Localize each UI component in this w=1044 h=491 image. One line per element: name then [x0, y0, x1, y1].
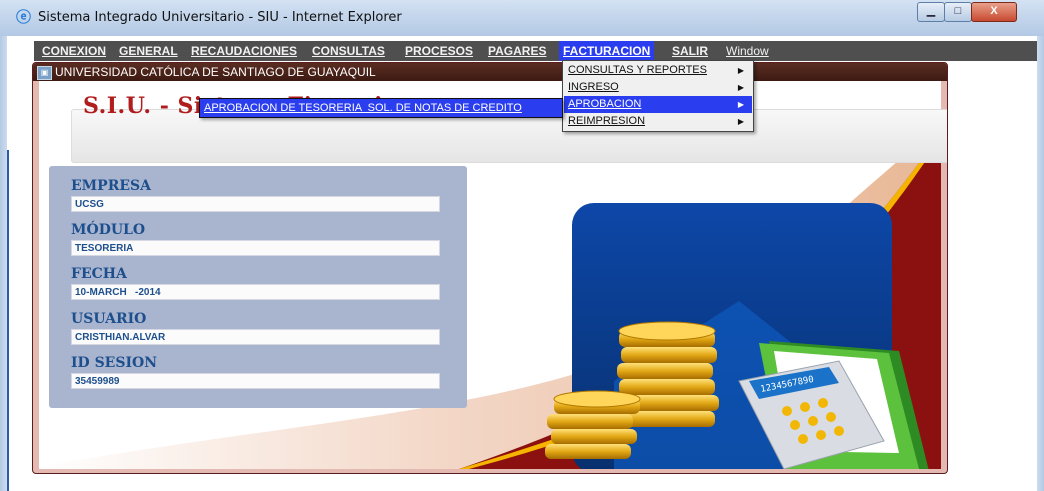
submenu-arrow-icon: ▶ [737, 117, 744, 126]
menu-consultas[interactable]: CONSULTAS [308, 41, 389, 61]
menu-general[interactable]: GENERAL [115, 41, 182, 61]
window-left-accent [7, 150, 9, 491]
minimize-button[interactable]: ▁ [917, 2, 945, 22]
menu-recaudaciones[interactable]: RECAUDACIONES [187, 41, 301, 61]
maximize-button[interactable]: □ [944, 2, 972, 22]
window-left-border [0, 36, 7, 491]
menu-conexion[interactable]: CONEXION [38, 41, 110, 61]
dropdown-item-label: APROBACION [568, 98, 642, 110]
empresa-value: UCSG [71, 196, 440, 212]
submenu-item-label: APROBACION DE TESORERIA SOL. DE NOTAS DE… [204, 102, 522, 114]
window-right-border [1037, 36, 1044, 491]
facturacion-dropdown: CONSULTAS Y REPORTES ▶ INGRESO ▶ APROBAC… [562, 60, 754, 132]
usuario-label: USUARIO [71, 311, 147, 327]
empresa-label: EMPRESA [71, 178, 151, 194]
dropdown-item-label: CONSULTAS Y REPORTES [568, 64, 707, 76]
menu-facturacion[interactable]: FACTURACION [559, 41, 655, 61]
menu-pagares[interactable]: PAGARES [484, 41, 550, 61]
submenu-arrow-icon: ▶ [737, 66, 744, 75]
panel-content: 1234567890 S.I.U. - Sistema Financiero E… [39, 81, 947, 469]
menu-window[interactable]: Window [722, 41, 773, 61]
submenu-arrow-icon: ▶ [737, 100, 744, 109]
menu-procesos[interactable]: PROCESOS [401, 41, 477, 61]
modulo-label: MÓDULO [71, 222, 146, 238]
id-sesion-value: 35459989 [71, 373, 440, 389]
university-icon: ▣ [37, 66, 52, 80]
window-title: Sistema Integrado Universitario - SIU - … [38, 10, 402, 25]
menu-bar: CONEXION GENERAL RECAUDACIONES CONSULTAS… [34, 41, 1037, 61]
dropdown-item-label: INGRESO [568, 81, 619, 93]
fecha-label: FECHA [71, 266, 127, 282]
menu-salir[interactable]: SALIR [668, 41, 712, 61]
main-panel: ▣ UNIVERSIDAD CATÓLICA DE SANTIAGO DE GU… [32, 62, 948, 474]
aprobacion-submenu: APROBACION DE TESORERIA SOL. DE NOTAS DE… [199, 98, 563, 118]
internet-explorer-icon: ⓔ [16, 9, 32, 26]
close-button[interactable]: X [971, 2, 1017, 22]
dropdown-item-label: REIMPRESION [568, 115, 646, 127]
session-info-box: EMPRESA UCSG MÓDULO TESORERIA FECHA 10-M… [49, 166, 467, 408]
modulo-value: TESORERIA [71, 240, 440, 256]
ie-window: ⓔ Sistema Integrado Universitario - SIU … [0, 0, 1044, 491]
fecha-value: 10-MARCH -2014 [71, 284, 440, 300]
dropdown-item-consultas-reportes[interactable]: CONSULTAS Y REPORTES ▶ [564, 62, 752, 79]
dropdown-item-reimpresion[interactable]: REIMPRESION ▶ [564, 113, 752, 130]
dropdown-item-ingreso[interactable]: INGRESO ▶ [564, 79, 752, 96]
usuario-value: CRISTHIAN.ALVAR [71, 329, 440, 345]
id-sesion-label: ID SESION [71, 355, 157, 371]
title-bar: ⓔ Sistema Integrado Universitario - SIU … [0, 0, 1044, 36]
university-name: UNIVERSIDAD CATÓLICA DE SANTIAGO DE GUAY… [55, 65, 376, 79]
panel-header: ▣ UNIVERSIDAD CATÓLICA DE SANTIAGO DE GU… [33, 63, 947, 81]
submenu-arrow-icon: ▶ [737, 83, 744, 92]
dropdown-item-aprobacion[interactable]: APROBACION ▶ [564, 96, 752, 113]
submenu-item-aprobacion-tesoreria[interactable]: APROBACION DE TESORERIA SOL. DE NOTAS DE… [204, 99, 522, 117]
